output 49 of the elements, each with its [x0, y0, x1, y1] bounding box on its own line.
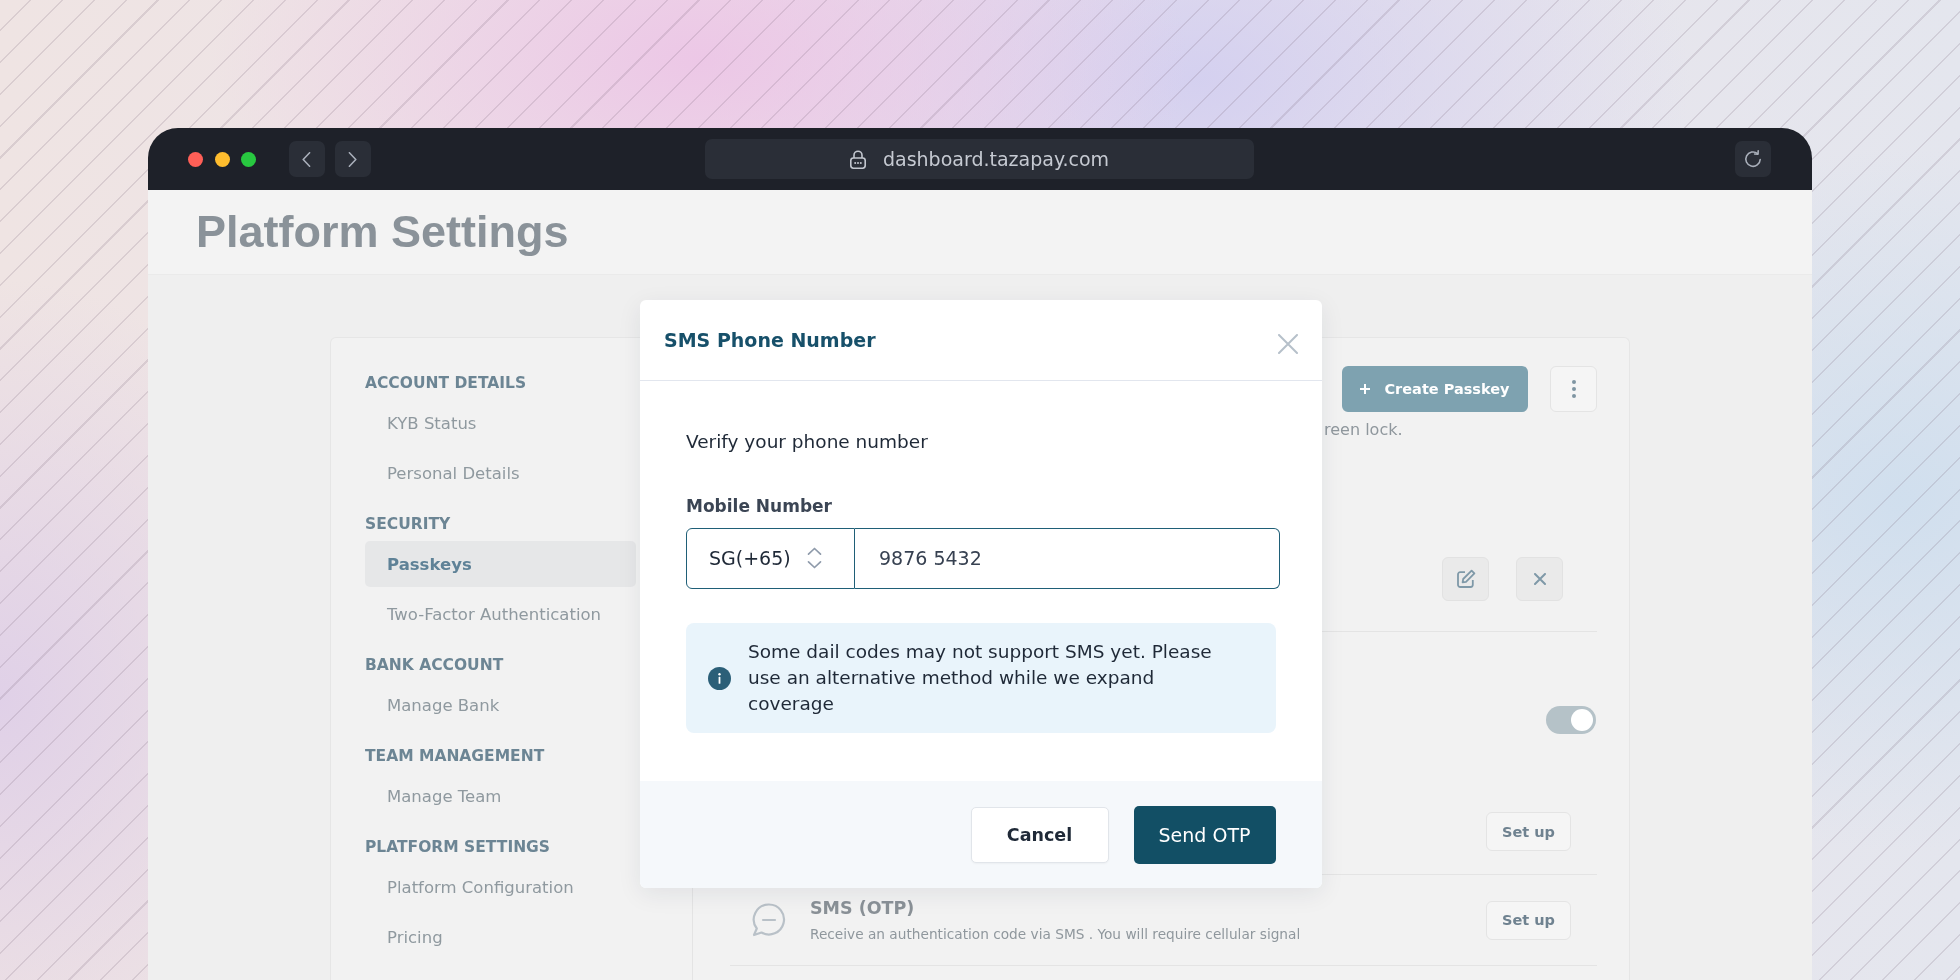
close-dot-icon[interactable]	[188, 151, 203, 167]
sidebar-section-heading: BANK ACCOUNT	[365, 655, 504, 675]
sidebar-item[interactable]: Personal Details	[365, 450, 636, 496]
dialog-title: SMS Phone Number	[664, 329, 876, 351]
dialog-prompt: Verify your phone number	[686, 430, 928, 454]
toggle-switch[interactable]	[1546, 706, 1596, 734]
sidebar-item[interactable]: Pricing	[365, 914, 636, 960]
vertical-dots-icon	[1571, 380, 1576, 398]
create-passkey-button[interactable]: Create Passkey	[1342, 366, 1528, 412]
country-code-select[interactable]: SG(+65)	[686, 527, 855, 589]
sidebar-item[interactable]: Platform Configuration	[365, 864, 636, 910]
sidebar-item[interactable]: Manage Bank	[365, 682, 636, 728]
sidebar-item[interactable]: Passkeys	[365, 541, 636, 587]
setup-button[interactable]: Set up	[1486, 900, 1571, 940]
reload-icon	[1744, 150, 1762, 168]
close-icon	[1278, 334, 1298, 354]
chevron-left-icon	[302, 151, 311, 167]
forward-button[interactable]	[334, 141, 371, 177]
passkey-description: reen lock.	[1324, 420, 1403, 440]
phone-number-input[interactable]: 9876 5432	[855, 527, 1280, 589]
minimize-dot-icon[interactable]	[214, 151, 230, 167]
lock-icon	[849, 149, 866, 169]
send-otp-button[interactable]: Send OTP	[1133, 805, 1276, 864]
sidebar-section-heading: PLATFORM SETTINGS	[365, 837, 550, 857]
method-description: Receive an authentication code via SMS . You will require cellular signal	[810, 926, 1301, 942]
maximize-dot-icon[interactable]	[241, 151, 256, 167]
cancel-button[interactable]: Cancel	[970, 806, 1109, 863]
sidebar-section-heading: TEAM MANAGEMENT	[365, 746, 545, 766]
notice-text: Some dail codes may not support SMS yet. Please use an alternative method while we expand coverage	[748, 639, 1213, 717]
method-title: SMS (OTP)	[810, 898, 915, 918]
edit-icon	[1455, 569, 1476, 589]
page-title: Platform Settings	[196, 206, 569, 258]
close-icon	[1533, 573, 1546, 585]
info-icon	[708, 666, 731, 690]
address-bar[interactable]: dashboard.tazapay.com	[705, 139, 1254, 179]
up-down-chevron-icon	[806, 547, 822, 569]
sidebar-item[interactable]: Manage Team	[365, 773, 636, 819]
chat-bubble-icon	[752, 903, 786, 937]
back-button[interactable]	[288, 141, 325, 177]
sidebar-item[interactable]: Two-Factor Authentication	[365, 591, 636, 637]
reload-button[interactable]	[1735, 141, 1771, 177]
sidebar-section-heading: SECURITY	[365, 514, 451, 534]
edit-button[interactable]	[1442, 557, 1489, 601]
sidebar-section-heading: ACCOUNT DETAILS	[365, 373, 527, 393]
sidebar-item[interactable]: KYB Status	[365, 400, 636, 446]
plus-icon	[1360, 384, 1371, 394]
setup-button[interactable]: Set up	[1486, 812, 1571, 851]
field-label: Mobile Number	[686, 495, 832, 518]
chevron-right-icon	[348, 151, 357, 167]
